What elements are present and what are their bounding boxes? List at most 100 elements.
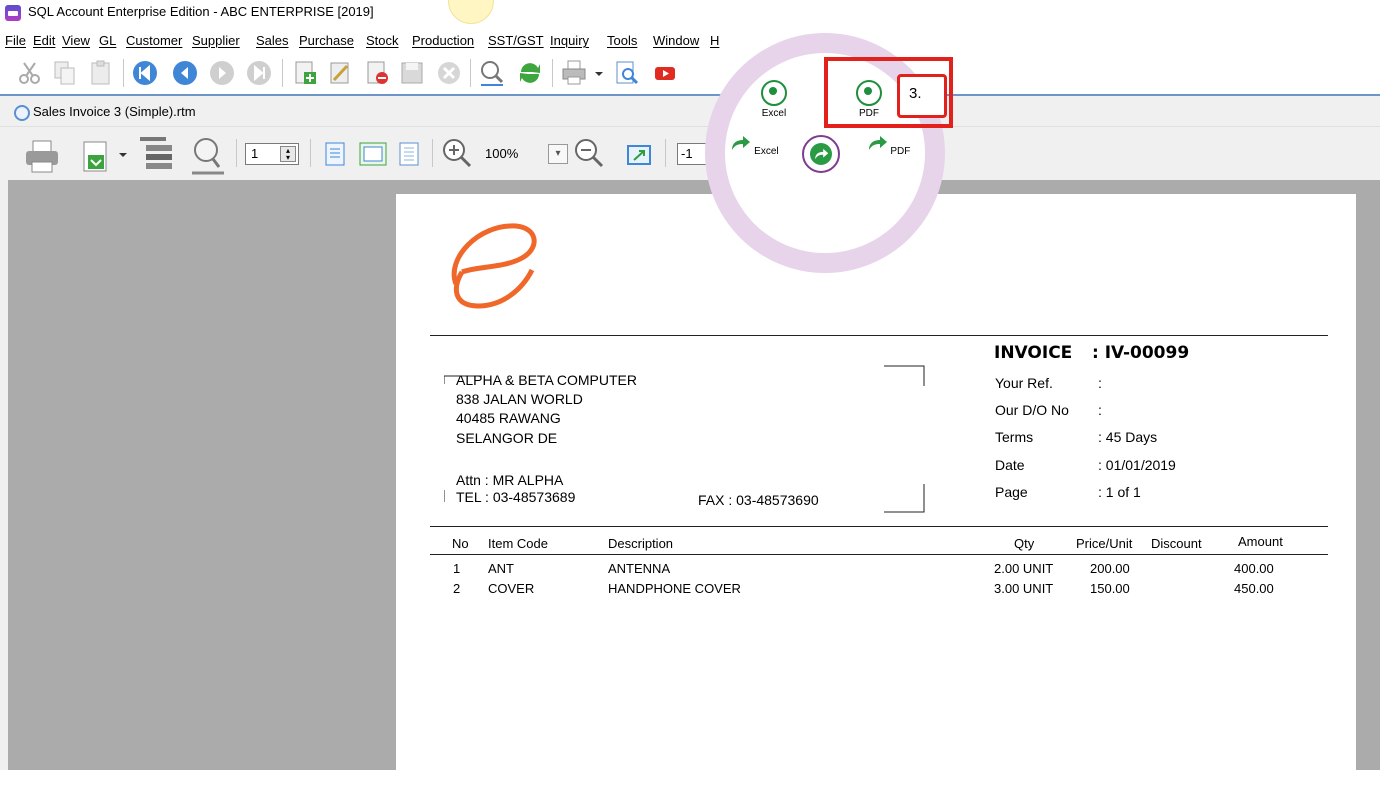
- cancel-icon[interactable]: [434, 58, 464, 88]
- company-logo: [451, 223, 537, 309]
- print-preview-icon[interactable]: [612, 58, 642, 88]
- col-item-code: Item Code: [488, 536, 548, 551]
- menu-gl[interactable]: GL: [99, 33, 116, 48]
- step-callout: 3.: [897, 74, 947, 118]
- export-excel-button[interactable]: Excel: [728, 134, 780, 157]
- menu-customer[interactable]: Customer: [126, 33, 182, 48]
- print-icon[interactable]: [559, 58, 589, 88]
- invoice-page: ALPHA & BETA COMPUTER 838 JALAN WORLD 40…: [396, 194, 1356, 794]
- title-bar: SQL Account Enterprise Edition - ABC ENT…: [0, 0, 1380, 26]
- col-no: No: [452, 536, 469, 551]
- chevron-down-icon[interactable]: [116, 139, 130, 169]
- menu-window[interactable]: Window: [653, 33, 699, 48]
- new-icon[interactable]: [290, 58, 320, 88]
- export-icon[interactable]: [78, 139, 114, 175]
- preview-left-strip: [0, 180, 8, 770]
- info-label-date: Date: [995, 457, 1025, 473]
- col-description: Description: [608, 536, 674, 551]
- menu-sst-gst[interactable]: SST/GST: [488, 33, 544, 48]
- customer-attn: Attn : MR ALPHA: [456, 472, 564, 488]
- row2-qty: 3.00 UNIT: [994, 581, 1054, 596]
- row2-code: COVER: [488, 581, 535, 596]
- customer-address-2: 40485 RAWANG: [456, 410, 561, 426]
- divider-header: [430, 554, 1328, 555]
- row1-desc: ANTENNA: [608, 561, 671, 576]
- delete-icon[interactable]: [362, 58, 392, 88]
- menu-edit[interactable]: Edit: [33, 33, 55, 48]
- whatsapp-excel-button[interactable]: Excel: [748, 80, 800, 119]
- main-toolbar: [0, 55, 1380, 93]
- document-title: Sales Invoice 3 (Simple).rtm: [33, 104, 196, 119]
- info-value-terms: : 45 Days: [1098, 429, 1158, 445]
- preview-icon: [14, 105, 30, 121]
- zoom-in-icon[interactable]: [440, 137, 474, 171]
- row2-price: 150.00: [1090, 581, 1130, 596]
- page-width-icon[interactable]: [358, 141, 388, 167]
- customer-address-1: 838 JALAN WORLD: [456, 391, 583, 407]
- paste-icon[interactable]: [86, 58, 116, 88]
- customer-fax: FAX : 03-48573690: [698, 492, 819, 508]
- prior-record-icon[interactable]: [170, 58, 200, 88]
- document-tab[interactable]: Sales Invoice 3 (Simple).rtm: [0, 96, 1380, 127]
- next-record-icon[interactable]: [207, 58, 237, 88]
- divider-top: [430, 335, 1328, 336]
- chevron-down-icon[interactable]: [592, 58, 606, 88]
- window-title: SQL Account Enterprise Edition - ABC ENT…: [28, 4, 374, 19]
- zoom-level: 100%: [485, 146, 519, 161]
- row1-qty: 2.00 UNIT: [994, 561, 1054, 576]
- share-toggle-button[interactable]: [802, 135, 840, 173]
- first-record-icon[interactable]: [130, 58, 160, 88]
- info-value-do-no: :: [1098, 402, 1102, 418]
- customer-address-3: SELANGOR DE: [456, 430, 558, 446]
- whatsapp-icon: [761, 80, 787, 106]
- preview-toolbar: 1 ▴ ▾ 100% ▾ -1: [0, 127, 1380, 180]
- video-icon[interactable]: [650, 58, 680, 88]
- share-icon: [810, 143, 832, 165]
- spinner-arrows-icon[interactable]: ▴ ▾: [280, 146, 296, 162]
- menu-file[interactable]: File: [5, 33, 26, 48]
- customer-tel: TEL : 03-48573689: [456, 489, 576, 505]
- step-callout-label: 3.: [909, 85, 922, 102]
- outline-icon[interactable]: [136, 133, 176, 177]
- find-icon[interactable]: [477, 58, 507, 88]
- edit-icon[interactable]: [325, 58, 355, 88]
- last-record-icon[interactable]: [244, 58, 274, 88]
- menu-sales[interactable]: Sales: [256, 33, 289, 48]
- printer-icon[interactable]: [22, 137, 62, 175]
- app-icon: [5, 5, 21, 21]
- single-page-icon[interactable]: [322, 141, 348, 167]
- menu-tools[interactable]: Tools: [607, 33, 637, 48]
- row2-no: 2: [453, 581, 461, 596]
- zoom-dropdown[interactable]: ▾: [548, 144, 568, 164]
- row1-no: 1: [453, 561, 461, 576]
- export-excel-label: Excel: [754, 146, 779, 157]
- divider-table: [430, 526, 1328, 527]
- refresh-icon[interactable]: [515, 58, 545, 88]
- info-value-date: : 01/01/2019: [1098, 457, 1176, 473]
- menu-stock[interactable]: Stock: [366, 33, 399, 48]
- menu-production[interactable]: Production: [412, 33, 474, 48]
- info-value-page: : 1 of 1: [1098, 484, 1141, 500]
- row1-price: 200.00: [1090, 561, 1130, 576]
- share-arrow-icon: [732, 136, 751, 150]
- fit-window-icon[interactable]: [626, 143, 652, 167]
- page-number-value: -1: [681, 146, 693, 161]
- menu-purchase[interactable]: Purchase: [299, 33, 354, 48]
- zoom-page-icon[interactable]: [186, 135, 228, 177]
- zoom-out-icon[interactable]: [572, 137, 606, 171]
- menu-view[interactable]: View: [62, 33, 90, 48]
- menu-inquiry[interactable]: Inquiry: [550, 33, 589, 48]
- cut-icon[interactable]: [15, 58, 45, 88]
- row1-code: ANT: [488, 561, 514, 576]
- copy-icon[interactable]: [50, 58, 80, 88]
- multi-page-icon[interactable]: [396, 141, 422, 167]
- menu-supplier[interactable]: Supplier: [192, 33, 240, 48]
- export-pdf-button[interactable]: PDF: [862, 134, 914, 157]
- menu-help[interactable]: H: [710, 33, 719, 48]
- save-icon[interactable]: [397, 58, 427, 88]
- col-discount: Discount: [1151, 536, 1202, 551]
- export-pdf-label: PDF: [890, 146, 911, 157]
- info-label-do-no: Our D/O No: [995, 402, 1069, 418]
- page-spinner-value: 1: [251, 146, 259, 161]
- page-spinner[interactable]: 1 ▴ ▾: [245, 143, 299, 165]
